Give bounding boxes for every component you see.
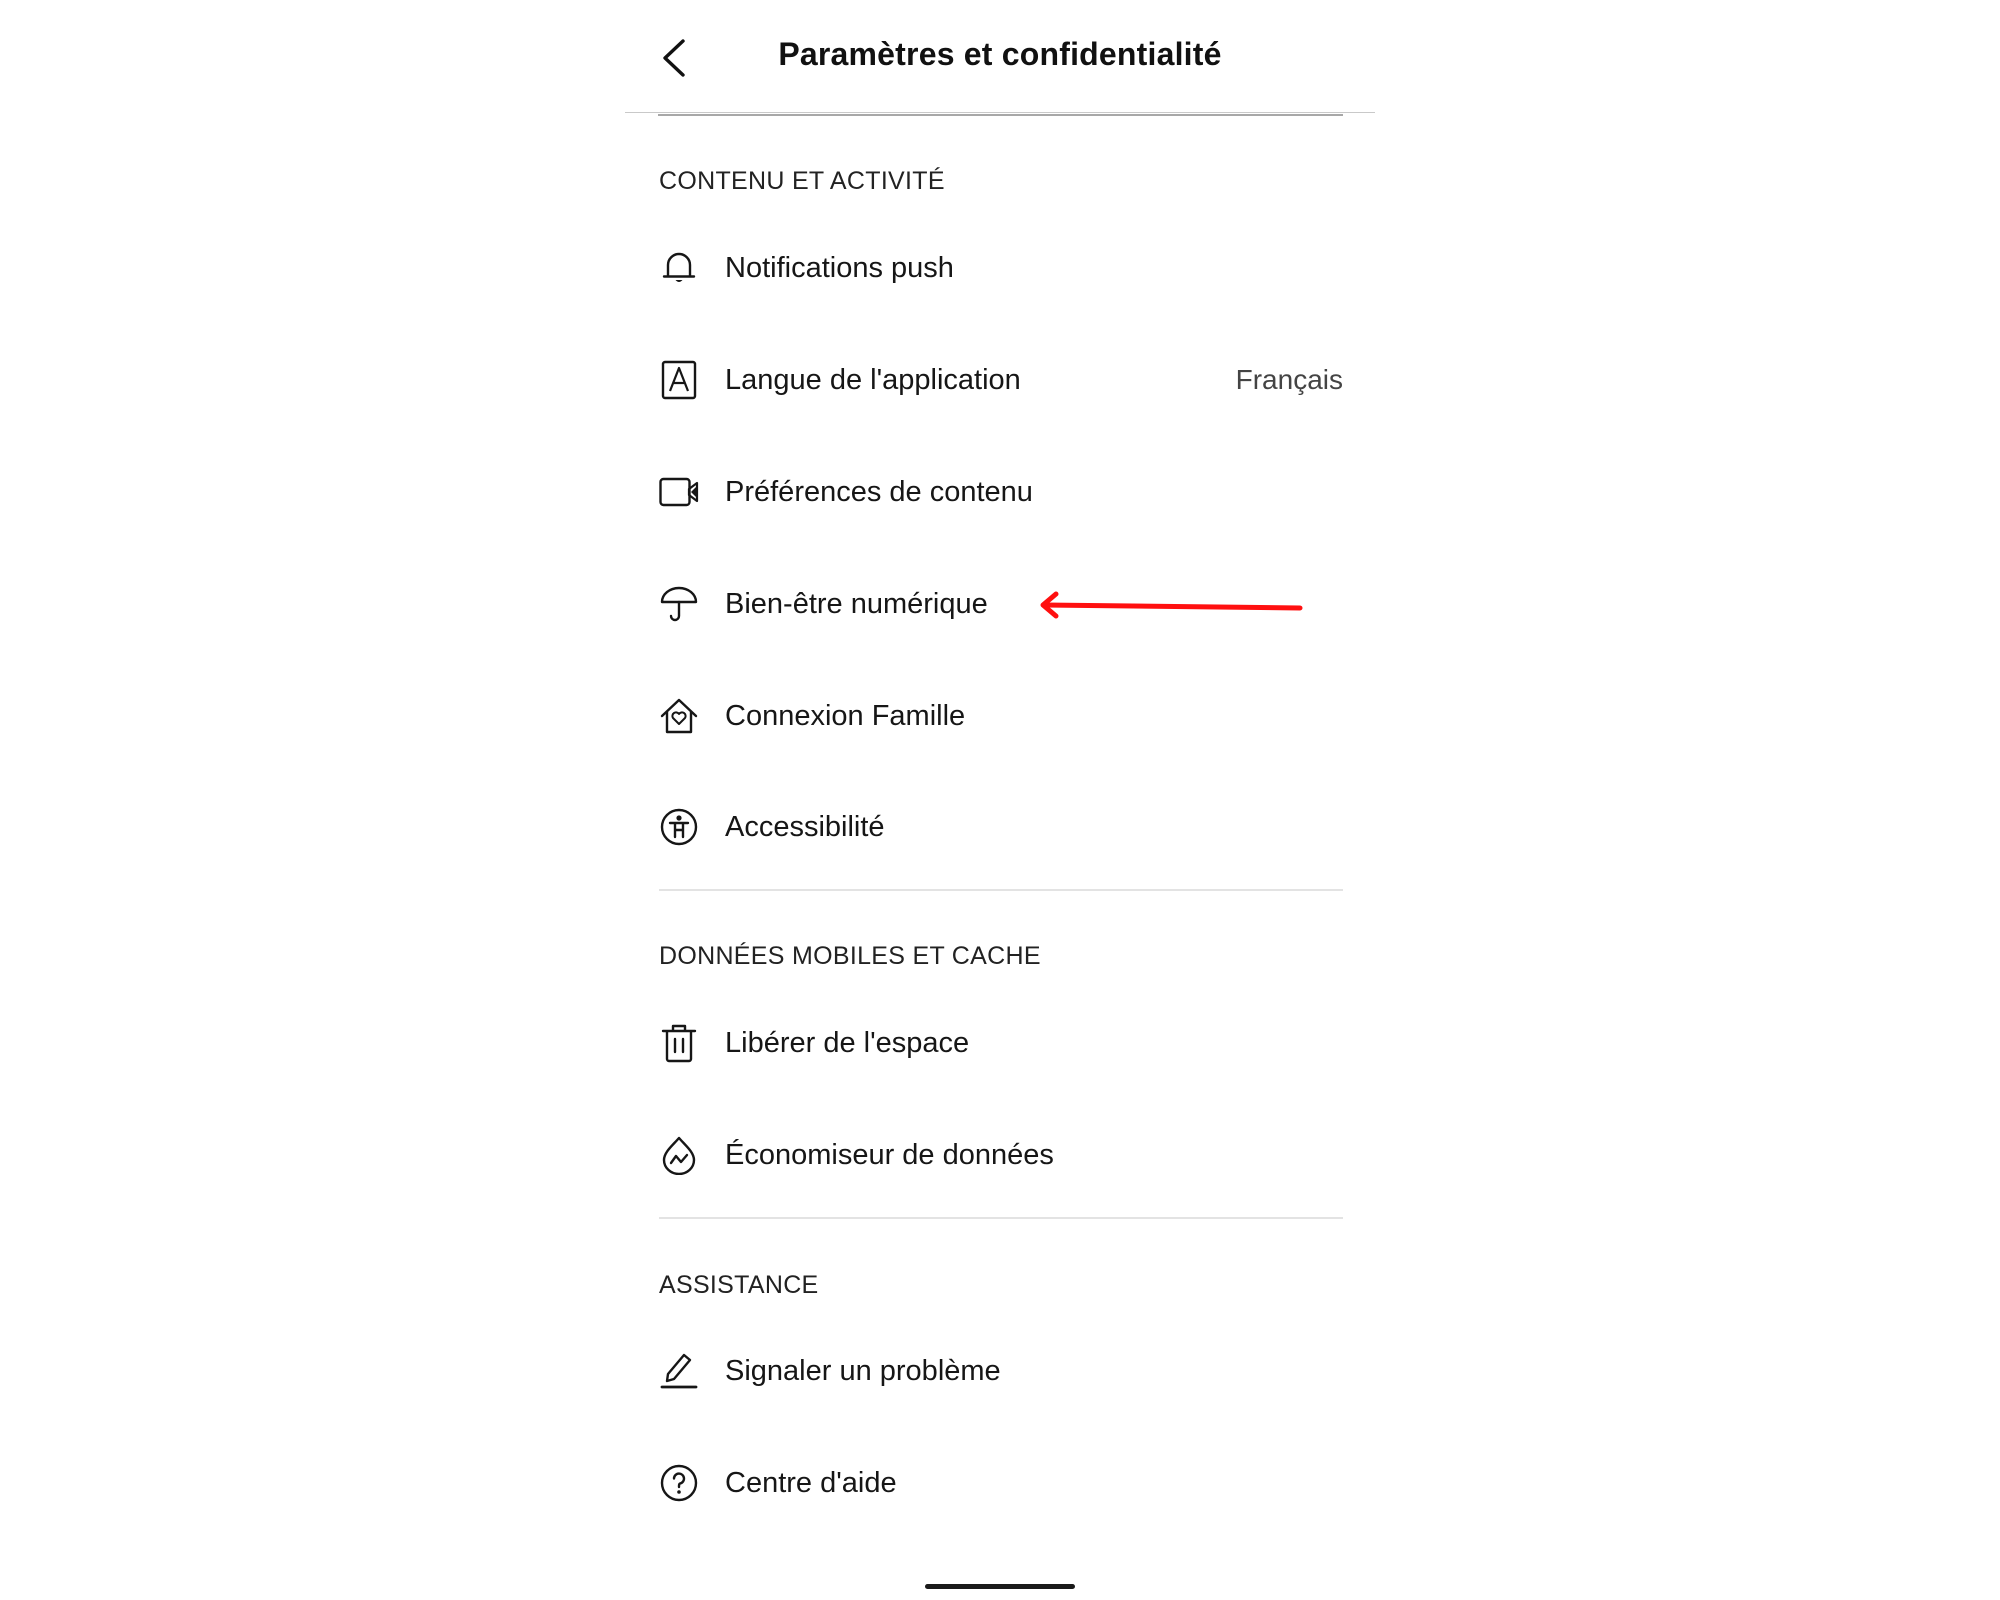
- header-divider-inner: [658, 114, 1343, 116]
- section-divider: [659, 889, 1343, 891]
- settings-item-label: Économiseur de données: [725, 1138, 1054, 1171]
- settings-item-notifications-push[interactable]: Notifications push: [659, 233, 1343, 303]
- settings-item-label: Notifications push: [725, 251, 954, 284]
- settings-item-data-saver[interactable]: Économiseur de données: [659, 1120, 1343, 1190]
- settings-item-family-pairing[interactable]: Connexion Famille: [659, 681, 1343, 751]
- settings-item-digital-wellbeing[interactable]: Bien-être numérique: [659, 569, 1343, 639]
- video-camera-icon: [659, 472, 699, 512]
- settings-item-label: Préférences de contenu: [725, 475, 1033, 508]
- help-circle-icon: [659, 1463, 699, 1503]
- header-divider: [625, 112, 1375, 113]
- settings-item-accessibility[interactable]: Accessibilité: [659, 792, 1343, 862]
- settings-item-label: Bien-être numérique: [725, 587, 988, 620]
- app-language-value: Français: [1235, 364, 1343, 395]
- settings-item-label: Centre d'aide: [725, 1466, 897, 1499]
- section-title-donnees-mobiles-cache: DONNÉES MOBILES ET CACHE: [659, 942, 1041, 970]
- settings-item-report-problem[interactable]: Signaler un problème: [659, 1336, 1343, 1406]
- settings-item-label: Libérer de l'espace: [725, 1026, 970, 1059]
- data-saver-icon: [659, 1135, 699, 1175]
- section-divider: [659, 1217, 1343, 1219]
- settings-item-label: Connexion Famille: [725, 699, 966, 732]
- language-icon: [659, 360, 699, 400]
- family-house-icon: [659, 696, 699, 736]
- settings-item-app-language[interactable]: Langue de l'application Français: [659, 345, 1343, 415]
- umbrella-icon: [659, 584, 699, 624]
- settings-item-label: Accessibilité: [725, 810, 885, 843]
- trash-icon: [659, 1023, 699, 1063]
- page-title: Paramètres et confidentialité: [778, 36, 1222, 72]
- settings-item-content-preferences[interactable]: Préférences de contenu: [659, 457, 1343, 527]
- accessibility-icon: [659, 807, 699, 847]
- settings-item-help-center[interactable]: Centre d'aide: [659, 1448, 1343, 1518]
- bell-icon: [659, 248, 699, 288]
- settings-item-free-up-space[interactable]: Libérer de l'espace: [659, 1008, 1343, 1078]
- pencil-icon: [659, 1351, 699, 1391]
- section-title-assistance: ASSISTANCE: [659, 1271, 819, 1299]
- top-app-bar: Paramètres et confidentialité: [625, 0, 1375, 113]
- settings-item-label: Signaler un problème: [725, 1354, 1001, 1387]
- home-indicator[interactable]: [925, 1584, 1075, 1589]
- settings-item-label: Langue de l'application: [725, 363, 1021, 396]
- section-title-contenu-activite: CONTENU ET ACTIVITÉ: [659, 167, 945, 195]
